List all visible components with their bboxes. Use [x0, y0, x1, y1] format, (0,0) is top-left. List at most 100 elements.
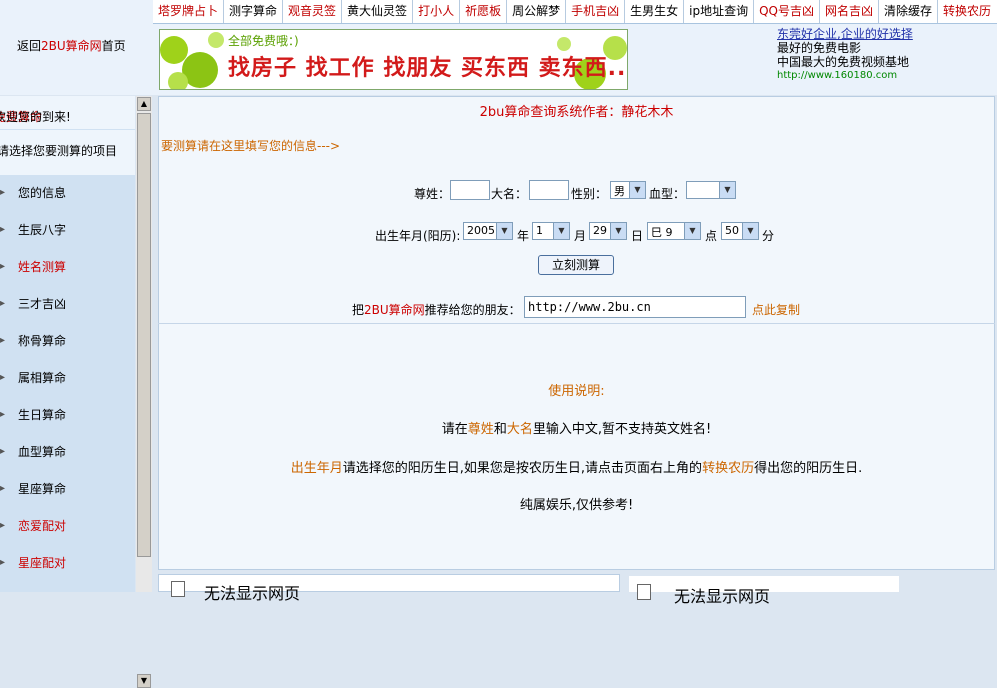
top-nav-bar: 塔罗牌占卜 测字算命 观音灵签 黄大仙灵签 打小人 祈愿板 周公解梦 手机吉凶 … — [153, 0, 997, 24]
sidebar-item-label: 生辰八字 — [18, 223, 67, 237]
nav-wong-tai-sin-lots[interactable]: 黄大仙灵签 — [341, 0, 412, 23]
arrow-icon: ▸ — [0, 224, 6, 235]
share-url-input[interactable]: http://www.2bu.cn — [524, 296, 746, 318]
ad-text-videos[interactable]: 中国最大的免费视频基地 — [777, 55, 992, 69]
sidebar-item-label: 恋爱配对 — [18, 519, 67, 533]
sidebar-item-blood-type[interactable]: ▸ 血型算命 — [0, 434, 135, 470]
sidebar-item-horoscope[interactable]: ▸ 星座算命 — [0, 471, 135, 507]
home-link-prefix: 返回 — [17, 39, 42, 53]
blood-label: 血型： — [649, 187, 686, 201]
fill-tip: 要测算请在这里填写您的信息---> — [161, 139, 341, 153]
minute-unit: 分 — [762, 229, 775, 243]
month-value: 1 — [536, 224, 543, 237]
chevron-down-icon: ▼ — [684, 223, 700, 239]
calculate-button[interactable]: 立刻测算 — [538, 255, 614, 275]
home-link[interactable]: 返回2BU算命网首页 — [17, 37, 126, 54]
rec-suffix: 推荐给您的朋友： — [424, 303, 521, 317]
blood-type-select[interactable]: ▼ — [686, 181, 736, 199]
chevron-down-icon: ▼ — [553, 223, 569, 239]
birth-label: 出生年月(阳历): — [375, 229, 461, 243]
month-select[interactable]: 1 ▼ — [532, 222, 570, 240]
scroll-thumb[interactable] — [137, 113, 151, 557]
hour-select[interactable]: 巳 9 ▼ — [647, 222, 701, 240]
month-unit: 月 — [574, 229, 587, 243]
sidebar-item-birthday[interactable]: ▸ 生日算命 — [0, 397, 135, 433]
nav-character-divination[interactable]: 测字算命 — [223, 0, 282, 23]
day-unit: 日 — [631, 229, 644, 243]
chevron-down-icon: ▼ — [610, 223, 626, 239]
sidebar-item-bone-weight[interactable]: ▸ 称骨算命 — [0, 323, 135, 359]
minute-select[interactable]: 50 ▼ — [721, 222, 759, 240]
home-link-site: 2BU算命网 — [41, 39, 102, 53]
nav-villain-hitting[interactable]: 打小人 — [412, 0, 459, 23]
page-error-text: 无法显示网页 — [204, 584, 301, 603]
nav-dream-interpretation[interactable]: 周公解梦 — [506, 0, 565, 23]
sidebar-item-label: 星座配对 — [18, 556, 67, 570]
banner-headline: 找房子 找工作 找朋友 买东西 卖东西... — [228, 56, 628, 81]
gender-select[interactable]: 男 ▼ — [610, 181, 646, 199]
nav-tarot[interactable]: 塔罗牌占卜 — [153, 0, 223, 23]
arrow-icon: ▸ — [0, 520, 6, 531]
nav-qq-fortune[interactable]: QQ号吉凶 — [753, 0, 819, 23]
gender-value: 男 — [614, 185, 625, 198]
divider — [158, 323, 995, 324]
sidebar-item-label: 三才吉凶 — [18, 297, 67, 311]
nav-ip-lookup[interactable]: ip地址查询 — [683, 0, 753, 23]
sidebar-item-label: 您的信息 — [18, 186, 67, 200]
usage-line-3: 纯属娱乐,仅供参考! — [519, 498, 634, 513]
page-icon — [171, 581, 185, 597]
ad-link-company[interactable]: 东莞好企业,企业的好选择 — [777, 27, 992, 41]
nav-wish-board[interactable]: 祈愿板 — [459, 0, 506, 23]
nav-guanyin-lots[interactable]: 观音灵签 — [282, 0, 341, 23]
arrow-icon: ▸ — [0, 557, 6, 568]
sidebar-item-zodiac-animal[interactable]: ▸ 属相算命 — [0, 360, 135, 396]
sidebar-item-love-match[interactable]: ▸ 恋爱配对 — [0, 508, 135, 544]
given-name-input[interactable] — [529, 180, 569, 200]
nav-clear-cache[interactable]: 清除缓存 — [878, 0, 937, 23]
bottom-frame-right: 无法显示网页 — [629, 576, 899, 606]
page-error-text: 无法显示网页 — [674, 587, 771, 606]
nav-phone-fortune[interactable]: 手机吉凶 — [565, 0, 624, 23]
usage-line-1: 请在尊姓和大名里输入中文,暂不支持英文姓名! — [441, 422, 712, 437]
arrow-icon: ▸ — [0, 261, 6, 272]
home-link-suffix: 首页 — [101, 39, 126, 53]
day-select[interactable]: 29 ▼ — [589, 222, 627, 240]
hour-unit: 点 — [705, 229, 718, 243]
arrow-icon: ▸ — [0, 409, 6, 420]
sidebar-item-sancai[interactable]: ▸ 三才吉凶 — [0, 286, 135, 322]
minute-value: 50 — [725, 224, 739, 237]
arrow-icon: ▸ — [0, 298, 6, 309]
year-unit: 年 — [517, 229, 530, 243]
sidebar-item-star-match[interactable]: ▸ 星座配对 — [0, 545, 135, 581]
name-label: 大名： — [491, 187, 528, 201]
ad-text-movies[interactable]: 最好的免费电影 — [777, 41, 992, 55]
gender-label: 性别： — [571, 187, 608, 201]
copy-link[interactable]: 点此复制 — [752, 301, 800, 318]
scroll-up-icon[interactable]: ▲ — [137, 97, 151, 111]
sidebar-item-label: 姓名测算 — [18, 260, 67, 274]
surname-input[interactable] — [450, 180, 490, 200]
hour-value: 巳 9 — [651, 226, 673, 239]
banner-tagline: 全部免费哦：) — [228, 34, 299, 48]
bottom-frame-left: 无法显示网页 — [158, 574, 620, 603]
sidebar-item-bazi[interactable]: ▸ 生辰八字 — [0, 212, 135, 248]
recommend-text: 把2BU算命网推荐给您的朋友： — [352, 301, 521, 318]
usage-title: 使用说明: — [548, 384, 605, 399]
author-title: 2bu算命查询系统作者：静花木木 — [479, 105, 674, 120]
scroll-down-icon[interactable]: ▼ — [137, 674, 151, 688]
sidebar-select-tip: 请选择您要测算的项目 — [0, 130, 135, 175]
ad-url[interactable]: http://www.160180.com — [777, 69, 992, 83]
page-icon — [637, 584, 651, 600]
sidebar-item-name-test[interactable]: ▸ 姓名测算 — [0, 249, 135, 285]
sidebar-item-your-info[interactable]: ▸ 您的信息 — [0, 175, 135, 211]
sidebar-scrollbar[interactable]: ▲ ▼ — [136, 96, 152, 688]
nav-baby-gender[interactable]: 生男生女 — [624, 0, 683, 23]
ad-banner[interactable]: 全部免费哦：) 找房子 找工作 找朋友 买东西 卖东西... — [159, 29, 628, 90]
nav-lunar-convert[interactable]: 转换农历 — [937, 0, 996, 23]
nav-nickname-fortune[interactable]: 网名吉凶 — [819, 0, 878, 23]
sidebar-item-label: 属相算命 — [18, 371, 67, 385]
arrow-icon: ▸ — [0, 483, 6, 494]
welcome-text: 欢迎您的到来! — [0, 110, 71, 124]
year-select[interactable]: 2005 ▼ — [463, 222, 513, 240]
surname-label: 尊姓： — [414, 187, 451, 201]
